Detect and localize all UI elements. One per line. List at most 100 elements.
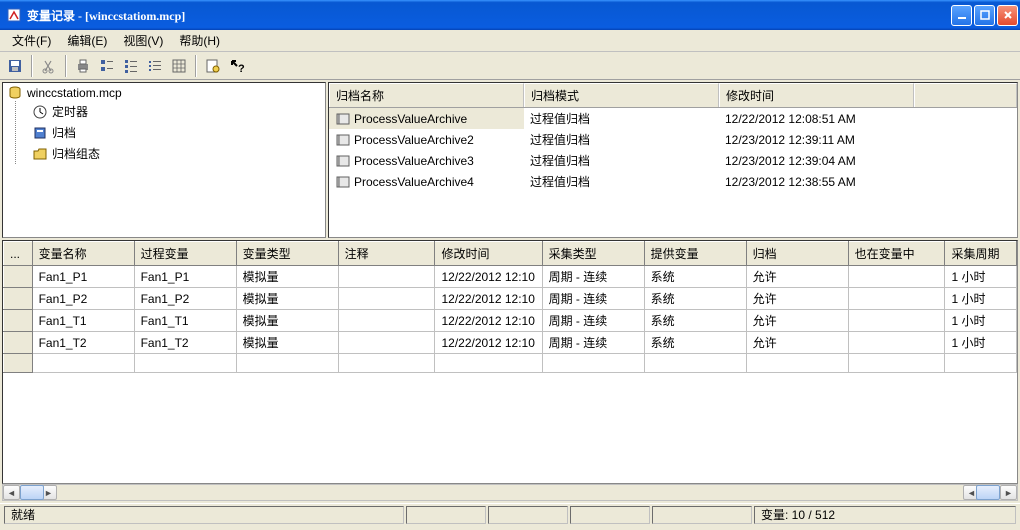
grid-cell[interactable]: 系统 <box>644 288 746 310</box>
grid-cell[interactable] <box>338 310 435 332</box>
grid-cell[interactable]: 模拟量 <box>236 310 338 332</box>
print-button[interactable] <box>72 55 94 77</box>
grid-cell[interactable]: 允许 <box>746 288 848 310</box>
listview-col-blank[interactable] <box>914 83 1017 107</box>
status-count: 变量: 10 / 512 <box>754 506 1016 524</box>
grid-col-header[interactable]: 也在变量中 <box>848 242 945 266</box>
variable-grid[interactable]: ...变量名称过程变量变量类型注释修改时间采集类型提供变量归档也在变量中采集周期… <box>2 240 1018 484</box>
grid-cell[interactable]: 12/22/2012 12:10 <box>435 266 542 288</box>
tree-pane[interactable]: winccstatiom.mcp 定时器 归档 归档组态 <box>2 82 326 238</box>
tree-node-timer[interactable]: 定时器 <box>32 103 325 120</box>
grid-cell[interactable]: Fan1_T2 <box>134 332 236 354</box>
listview-col-time[interactable]: 修改时间 <box>719 83 914 107</box>
listview-col-name[interactable]: 归档名称 <box>329 83 524 107</box>
grid-cell[interactable]: Fan1_P1 <box>134 266 236 288</box>
grid-cell[interactable]: 系统 <box>644 310 746 332</box>
icon-view-3[interactable] <box>144 55 166 77</box>
grid-col-header[interactable]: 变量名称 <box>32 242 134 266</box>
menu-help[interactable]: 帮助(H) <box>171 30 228 51</box>
grid-cell[interactable]: 1 小时 <box>945 332 1017 354</box>
grid-cell[interactable]: 允许 <box>746 332 848 354</box>
grid-cell[interactable]: Fan1_T2 <box>32 332 134 354</box>
grid-row-header[interactable] <box>4 266 33 288</box>
grid-cell[interactable] <box>338 288 435 310</box>
menu-view[interactable]: 视图(V) <box>115 30 171 51</box>
grid-row[interactable]: Fan1_P2Fan1_P2模拟量12/22/2012 12:10周期 - 连续… <box>4 288 1017 310</box>
grid-col-header[interactable]: 归档 <box>746 242 848 266</box>
horizontal-scrollbar[interactable]: ◄ ► ◄ ► <box>2 484 1018 501</box>
grid-cell[interactable] <box>848 288 945 310</box>
grid-cell[interactable] <box>848 332 945 354</box>
grid-cell[interactable]: 1 小时 <box>945 266 1017 288</box>
help-button[interactable]: ? <box>226 55 248 77</box>
grid-cell[interactable] <box>338 266 435 288</box>
cut-button[interactable] <box>38 55 60 77</box>
grid-col-header[interactable]: 过程变量 <box>134 242 236 266</box>
listview-row[interactable]: ProcessValueArchive3过程值归档12/23/2012 12:3… <box>329 150 1017 171</box>
listview-cell: ProcessValueArchive2 <box>354 133 474 147</box>
grid-cell[interactable]: Fan1_P2 <box>32 288 134 310</box>
grid-cell[interactable]: 12/22/2012 12:10 <box>435 288 542 310</box>
listview-cell: ProcessValueArchive3 <box>354 154 474 168</box>
grid-cell[interactable]: Fan1_T1 <box>134 310 236 332</box>
grid-cell[interactable]: 允许 <box>746 310 848 332</box>
tree-node-config[interactable]: 归档组态 <box>32 145 325 162</box>
archive-item-icon <box>335 174 351 190</box>
grid-cell[interactable]: 模拟量 <box>236 332 338 354</box>
grid-col-header[interactable]: 提供变量 <box>644 242 746 266</box>
scroll-right-button-2[interactable]: ► <box>1000 485 1017 500</box>
grid-cell[interactable]: 周期 - 连续 <box>542 332 644 354</box>
grid-cell[interactable]: 系统 <box>644 332 746 354</box>
grid-col-header[interactable]: 注释 <box>338 242 435 266</box>
grid-row[interactable]: Fan1_T2Fan1_T2模拟量12/22/2012 12:10周期 - 连续… <box>4 332 1017 354</box>
save-button[interactable] <box>4 55 26 77</box>
grid-cell[interactable]: 1 小时 <box>945 310 1017 332</box>
grid-col-header[interactable]: 采集类型 <box>542 242 644 266</box>
grid-row-header[interactable] <box>4 310 33 332</box>
grid-cell[interactable]: 系统 <box>644 266 746 288</box>
grid-cell[interactable] <box>848 310 945 332</box>
grid-cell[interactable]: Fan1_T1 <box>32 310 134 332</box>
icon-view-1[interactable] <box>96 55 118 77</box>
listview-row[interactable]: ProcessValueArchive2过程值归档12/23/2012 12:3… <box>329 129 1017 150</box>
grid-cell[interactable]: Fan1_P1 <box>32 266 134 288</box>
grid-cell[interactable]: 允许 <box>746 266 848 288</box>
grid-cell[interactable] <box>848 266 945 288</box>
grid-row[interactable]: Fan1_T1Fan1_T1模拟量12/22/2012 12:10周期 - 连续… <box>4 310 1017 332</box>
icon-view-2[interactable] <box>120 55 142 77</box>
properties-button[interactable] <box>202 55 224 77</box>
grid-row[interactable]: Fan1_P1Fan1_P1模拟量12/22/2012 12:10周期 - 连续… <box>4 266 1017 288</box>
grid-row-header[interactable] <box>4 288 33 310</box>
grid-cell[interactable]: 周期 - 连续 <box>542 288 644 310</box>
menu-file[interactable]: 文件(F) <box>4 30 59 51</box>
tree-root[interactable]: winccstatiom.mcp <box>7 85 325 101</box>
grid-col-header[interactable]: 修改时间 <box>435 242 542 266</box>
list-pane[interactable]: 归档名称 归档模式 修改时间 ProcessValueArchive过程值归档1… <box>328 82 1018 238</box>
grid-cell[interactable]: 12/22/2012 12:10 <box>435 332 542 354</box>
grid-row-empty[interactable] <box>4 354 1017 373</box>
grid-cell[interactable]: 1 小时 <box>945 288 1017 310</box>
maximize-button[interactable] <box>974 5 995 26</box>
grid-cell[interactable] <box>338 332 435 354</box>
menu-edit[interactable]: 编辑(E) <box>59 30 115 51</box>
toolbar: ? <box>0 52 1020 80</box>
grid-cell[interactable]: Fan1_P2 <box>134 288 236 310</box>
minimize-button[interactable] <box>951 5 972 26</box>
icon-view-4[interactable] <box>168 55 190 77</box>
grid-row-header[interactable] <box>4 332 33 354</box>
grid-col-header[interactable]: 变量类型 <box>236 242 338 266</box>
listview-col-mode[interactable]: 归档模式 <box>524 83 719 107</box>
scroll-left-button[interactable]: ◄ <box>3 485 20 500</box>
grid-cell[interactable]: 12/22/2012 12:10 <box>435 310 542 332</box>
tree-node-archive[interactable]: 归档 <box>32 124 325 141</box>
close-button[interactable] <box>997 5 1018 26</box>
grid-cell[interactable]: 模拟量 <box>236 288 338 310</box>
listview-row[interactable]: ProcessValueArchive过程值归档12/22/2012 12:08… <box>329 108 1017 129</box>
listview-row[interactable]: ProcessValueArchive4过程值归档12/23/2012 12:3… <box>329 171 1017 192</box>
app-icon <box>6 7 22 23</box>
grid-cell[interactable]: 周期 - 连续 <box>542 266 644 288</box>
grid-col-header[interactable]: 采集周期 <box>945 242 1017 266</box>
grid-cell[interactable]: 周期 - 连续 <box>542 310 644 332</box>
grid-cell[interactable]: 模拟量 <box>236 266 338 288</box>
tree-root-label: winccstatiom.mcp <box>27 86 122 100</box>
